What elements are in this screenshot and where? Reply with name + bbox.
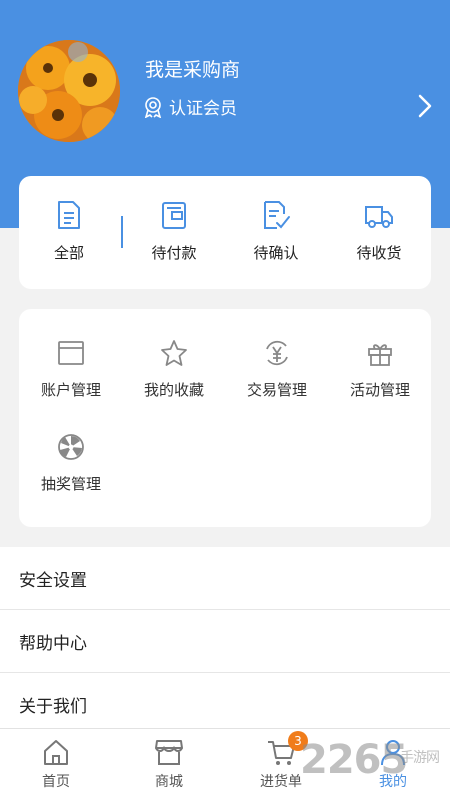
truck-icon (365, 206, 393, 228)
watermark-number: 2265 (300, 737, 408, 783)
account-card-icon (58, 341, 84, 365)
list-item-label: 关于我们 (19, 697, 87, 717)
my-favorites-button[interactable]: 我的收藏 (122, 339, 226, 400)
account-management-label: 账户管理 (40, 381, 101, 399)
chevron-right-icon[interactable] (414, 92, 436, 120)
order-pending-receipt-button[interactable]: 待收货 (329, 200, 429, 263)
divider (121, 216, 123, 248)
avatar[interactable] (18, 40, 120, 142)
confirm-doc-icon (264, 201, 290, 229)
list-item-about-us[interactable]: 关于我们 (0, 673, 450, 736)
shop-icon (155, 740, 183, 765)
tools-card: 账户管理 我的收藏 交易管理 活动管理 抽奖管理 (19, 309, 431, 527)
tab-shop[interactable]: 商城 (124, 737, 214, 791)
bottom-tab-bar: 首页 商城 3 进货单 我的 2265 手游网 (0, 728, 450, 800)
account-management-button[interactable]: 账户管理 (19, 339, 123, 400)
trade-management-label: 交易管理 (246, 381, 307, 399)
order-pending-payment-label: 待付款 (151, 244, 197, 262)
order-status-card: 全部 待付款 待确认 待收货 (19, 176, 431, 289)
certified-badge-icon (144, 96, 162, 118)
tab-shop-label: 商城 (155, 774, 183, 790)
list-item-label: 安全设置 (19, 570, 87, 591)
home-icon (44, 740, 68, 765)
activity-management-label: 活动管理 (349, 381, 410, 399)
yen-exchange-icon (266, 340, 288, 366)
list-item-label: 帮助中心 (19, 633, 87, 654)
order-pending-payment-button[interactable]: 待付款 (124, 200, 224, 263)
order-all-button[interactable]: 全部 (19, 200, 119, 263)
tab-home-label: 首页 (42, 774, 70, 790)
order-pending-confirm-button[interactable]: 待确认 (226, 200, 326, 263)
activity-management-button[interactable]: 活动管理 (328, 339, 432, 400)
member-badge-label: 认证会员 (169, 99, 237, 119)
gift-icon (368, 344, 392, 366)
my-favorites-label: 我的收藏 (143, 381, 204, 399)
trade-management-button[interactable]: 交易管理 (225, 339, 329, 400)
username: 我是采购商 (145, 59, 241, 81)
order-pending-receipt-label: 待收货 (356, 244, 402, 262)
list-item-security-settings[interactable]: 安全设置 (0, 547, 450, 610)
wallet-icon (162, 202, 186, 229)
order-all-label: 全部 (53, 244, 84, 262)
list-item-help-center[interactable]: 帮助中心 (0, 610, 450, 673)
settings-list: 安全设置 帮助中心 关于我们 (0, 547, 450, 736)
watermark: 2265 手游网 (300, 737, 440, 783)
lottery-management-label: 抽奖管理 (40, 475, 101, 493)
lottery-wheel-icon (58, 434, 84, 460)
order-pending-confirm-label: 待确认 (253, 244, 299, 262)
document-icon (58, 201, 80, 229)
lottery-management-button[interactable]: 抽奖管理 (19, 433, 123, 494)
member-badge: 认证会员 (143, 94, 237, 119)
watermark-text: 手游网 (400, 750, 440, 766)
star-icon (161, 340, 187, 366)
tab-home[interactable]: 首页 (11, 737, 101, 791)
